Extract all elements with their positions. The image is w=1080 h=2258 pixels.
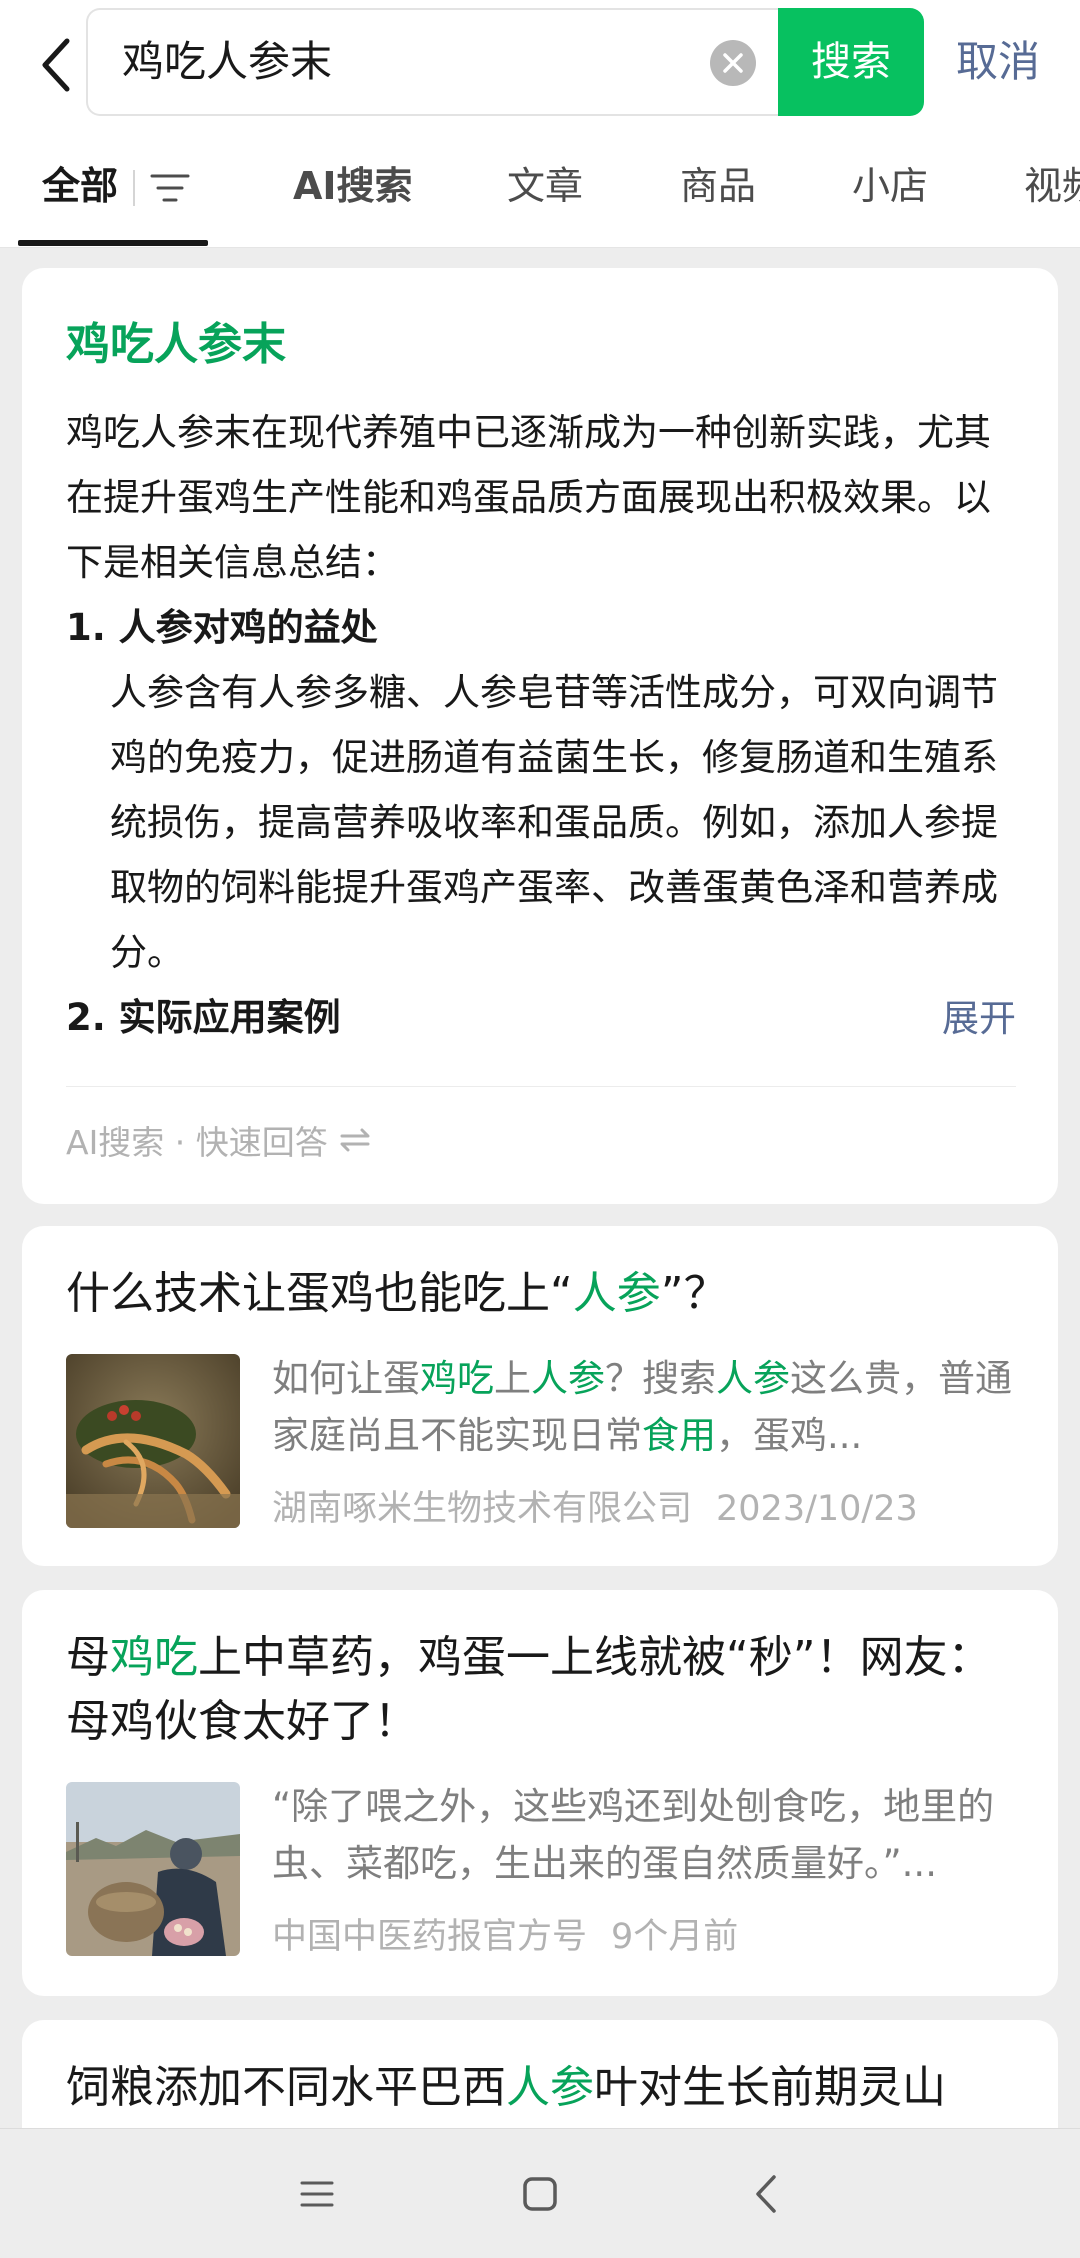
farmer-photo <box>66 1782 240 1956</box>
tab-articles[interactable]: 文章 <box>507 130 583 247</box>
ai-footer-label: AI搜索 · 快速回答 <box>66 1123 328 1162</box>
swap-arrows-icon <box>340 1128 370 1152</box>
clear-search-button[interactable] <box>710 40 756 86</box>
result-thumbnail[interactable] <box>66 1782 240 1956</box>
result-source[interactable]: 湖南啄米生物技术有限公司 <box>272 1489 692 1529</box>
ai-answer-card[interactable]: 鸡吃人参末 鸡吃人参末在现代养殖中已逐渐成为一种创新实践，尤其在提升蛋鸡生产性能… <box>22 268 1058 1204</box>
search-input[interactable]: 鸡吃人参末 <box>86 8 786 116</box>
result-source[interactable]: 中国中医药报官方号 <box>272 1917 587 1957</box>
filter-icon[interactable] <box>150 168 190 208</box>
ai-answer-title: 鸡吃人参末 <box>66 319 286 370</box>
tab-ai-search[interactable]: AI搜索 <box>293 130 413 247</box>
tab-all[interactable]: 全部 <box>42 130 118 247</box>
search-header: 鸡吃人参末 搜索 取消 <box>0 0 1080 130</box>
search-button[interactable]: 搜索 <box>778 8 924 116</box>
nav-back-icon[interactable] <box>742 2169 792 2219</box>
tab-videos[interactable]: 视频 <box>1024 130 1080 247</box>
tab-divider <box>133 170 135 206</box>
ai-section-title: 1. 人参对鸡的益处 <box>66 606 378 649</box>
tab-shops[interactable]: 小店 <box>852 130 928 247</box>
result-card[interactable]: 什么技术让蛋鸡也能吃上“人参”？ 如何让蛋鸡吃上人参？搜索人参这么贵，普通家庭尚… <box>22 1226 1058 1566</box>
cancel-button[interactable]: 取消 <box>956 8 1040 116</box>
divider <box>66 1086 1016 1087</box>
result-meta: 中国中医药报官方号 9个月前 <box>272 1908 738 1959</box>
result-date: 2023/10/23 <box>716 1489 918 1529</box>
ai-section-title: 2. 实际应用案例 <box>66 996 341 1039</box>
ai-intro-text: 鸡吃人参末在现代养殖中已逐渐成为一种创新实践，尤其在提升蛋鸡生产性能和鸡蛋品质方… <box>66 411 991 584</box>
search-query-text[interactable]: 鸡吃人参末 <box>122 10 332 114</box>
category-tabs: 全部 AI搜索 文章 商品 小店 视频 <box>0 130 1080 248</box>
result-date: 9个月前 <box>611 1917 739 1957</box>
result-meta: 湖南啄米生物技术有限公司 2023/10/23 <box>272 1480 918 1531</box>
result-title[interactable]: 什么技术让蛋鸡也能吃上“人参”？ <box>66 1262 1016 1326</box>
ginseng-photo <box>66 1354 240 1528</box>
ai-footer[interactable]: AI搜索 · 快速回答 <box>66 1116 372 1164</box>
chevron-left-icon <box>42 38 70 92</box>
result-title[interactable]: 母鸡吃上中草药，鸡蛋一上线就被“秒”！网友：母鸡伙食太好了！ <box>66 1626 1016 1754</box>
ai-answer-body: 鸡吃人参末在现代养殖中已逐渐成为一种创新实践，尤其在提升蛋鸡生产性能和鸡蛋品质方… <box>66 400 1026 1050</box>
ai-section-text: 人参含有人参多糖、人参皂苷等活性成分，可双向调节鸡的免疫力，促进肠道有益菌生长，… <box>110 671 998 974</box>
result-snippet: 如何让蛋鸡吃上人参？搜索人参这么贵，普通家庭尚且不能实现日常食用，蛋鸡... <box>272 1357 1012 1457</box>
square-home-icon[interactable] <box>515 2169 565 2219</box>
tab-products[interactable]: 商品 <box>680 130 756 247</box>
back-button[interactable] <box>28 30 84 100</box>
result-card[interactable]: 母鸡吃上中草药，鸡蛋一上线就被“秒”！网友：母鸡伙食太好了！ “除了喂之外，这些… <box>22 1590 1058 1996</box>
expand-link[interactable]: 展开 <box>942 988 1016 1042</box>
system-nav-bar <box>0 2128 1080 2258</box>
result-thumbnail[interactable] <box>66 1354 240 1528</box>
result-snippet: “除了喂之外，这些鸡还到处刨食吃，地里的虫、菜都吃，生出来的蛋自然质量好。”..… <box>272 1785 995 1885</box>
active-tab-indicator <box>18 240 208 246</box>
clear-x-icon <box>723 53 743 73</box>
result-title[interactable]: 饲粮添加不同水平巴西人参叶对生长前期灵山 <box>66 2056 1016 2120</box>
menu-icon[interactable] <box>292 2169 342 2219</box>
